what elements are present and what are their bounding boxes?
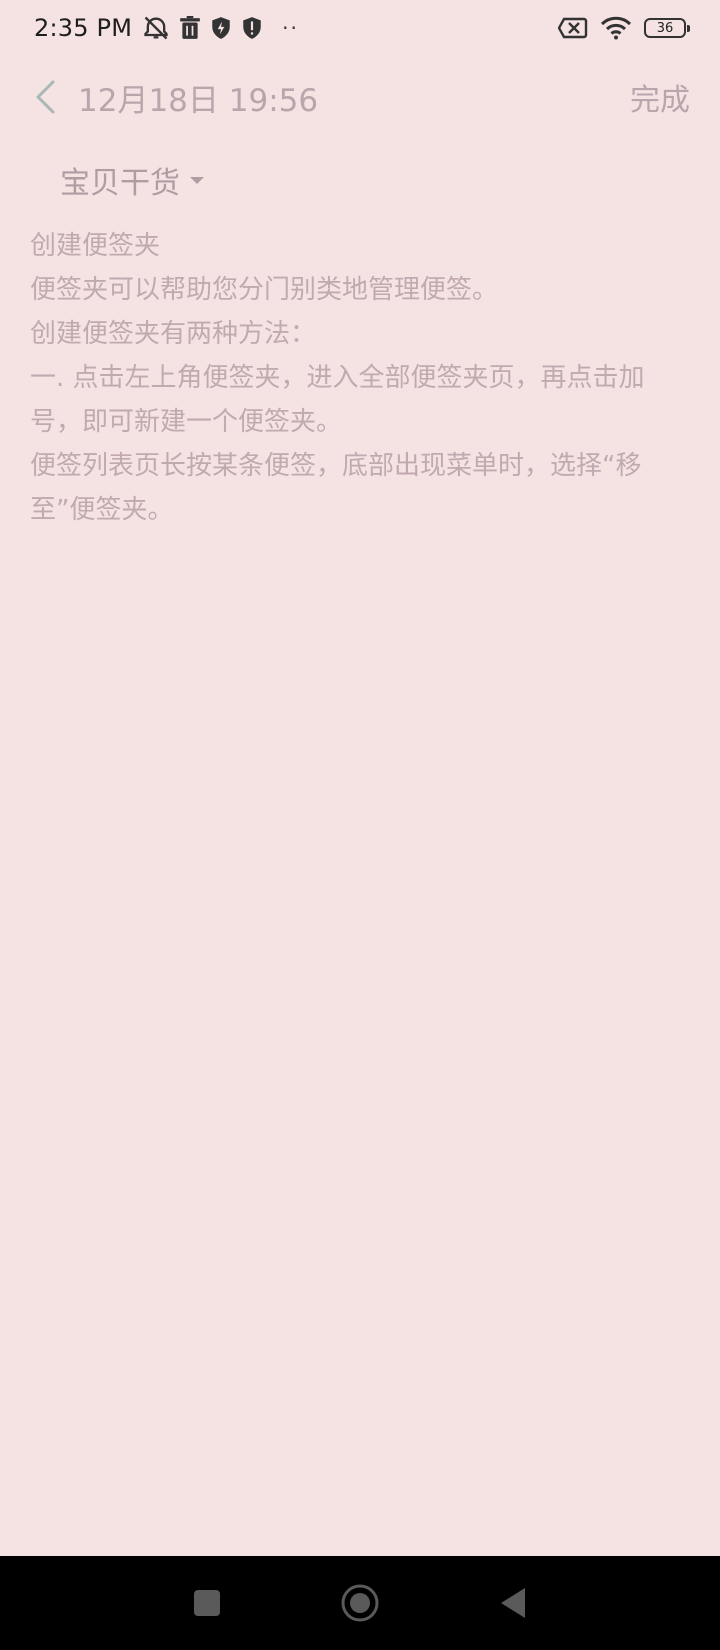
system-nav-bar [0,1556,720,1650]
status-notification-icons: ·· [142,14,299,42]
alarm-off-icon [142,14,170,42]
circle-icon [341,1584,379,1622]
square-icon [193,1590,220,1616]
note-line: 便签列表页长按某条便签，底部出现菜单时，选择“移至”便签夹。 [30,451,642,525]
battery-level: 36 [656,20,674,36]
caret-down-icon [190,177,204,184]
shield-alert-icon [241,16,263,40]
notes-editor-screen: 2:35 PM ·· 36 12月18日 19:56 完成 宝贝干货 创建便签夹… [0,0,720,1650]
triangle-back-icon [501,1588,526,1618]
status-bar: 2:35 PM ·· 36 [0,0,720,56]
note-line: 创建便签夹 [30,231,161,261]
shield-bolt-icon [210,16,232,40]
back-nav-button[interactable] [483,1573,543,1633]
back-button[interactable] [24,75,68,119]
note-content[interactable]: 创建便签夹 便签夹可以帮助您分门别类地管理便签。 创建便签夹有两种方法： 一. … [30,224,690,532]
sim-off-icon [558,17,588,39]
battery-icon: 36 [644,18,690,38]
recents-button[interactable] [177,1573,237,1633]
note-line: 便签夹可以帮助您分门别类地管理便签。 [30,275,499,305]
folder-name: 宝贝干货 [60,166,180,201]
note-line: 创建便签夹有两种方法： [30,319,317,349]
folder-selector[interactable]: 宝贝干货 [60,158,206,202]
status-time: 2:35 PM [34,14,133,42]
status-left: 2:35 PM ·· [34,14,299,42]
chevron-left-icon [36,80,55,114]
status-right: 36 [558,16,690,40]
home-button[interactable] [330,1573,390,1633]
note-date: 12月18日 19:56 [78,82,319,119]
editor-toolbar: 12月18日 19:56 完成 [0,62,720,132]
done-button[interactable]: 完成 [630,75,690,119]
trash-icon [179,16,201,40]
more-dots-icon: ·· [282,16,299,40]
note-line: 一. 点击左上角便签夹，进入全部便签夹页，再点击加号，即可新建一个便签夹。 [30,363,645,437]
wifi-icon [600,16,632,40]
